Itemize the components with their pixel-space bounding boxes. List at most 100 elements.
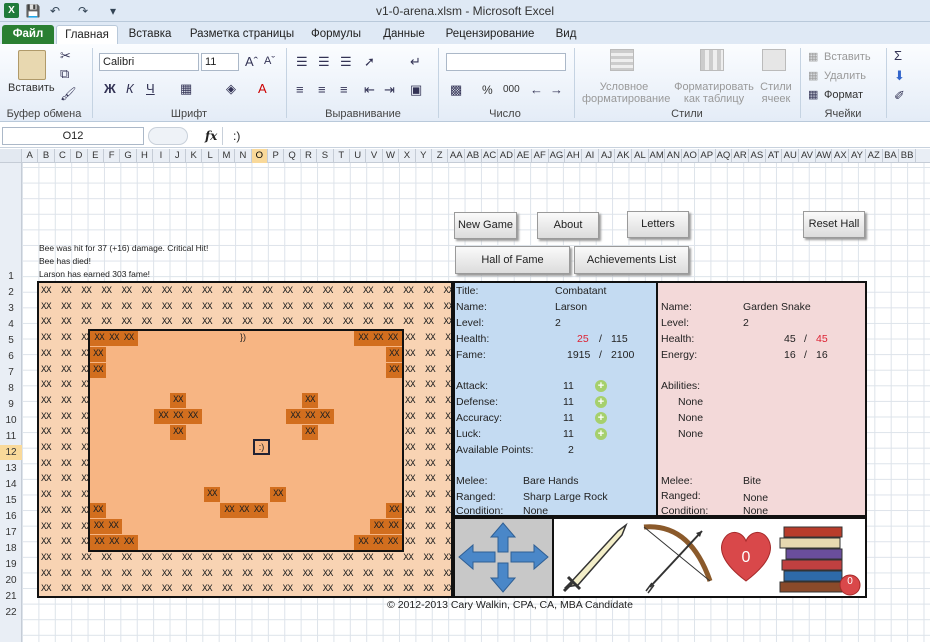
add-luck-button[interactable]: + bbox=[595, 428, 607, 440]
clear-icon[interactable]: ✐ bbox=[894, 88, 905, 104]
column-header-h[interactable]: H bbox=[137, 149, 154, 163]
column-header-g[interactable]: G bbox=[120, 149, 137, 163]
conditional-format-icon[interactable] bbox=[610, 49, 634, 71]
align-left-icon[interactable]: ≡ bbox=[296, 82, 304, 97]
align-center-icon[interactable]: ≡ bbox=[318, 82, 326, 97]
paste-button[interactable]: Вставить bbox=[8, 82, 55, 94]
format-table-button[interactable]: Форматировать как таблицу bbox=[672, 81, 756, 105]
thousands-button[interactable]: 000 bbox=[503, 84, 520, 95]
column-header-ay[interactable]: AY bbox=[849, 149, 866, 163]
column-header-aj[interactable]: AJ bbox=[599, 149, 616, 163]
column-header-p[interactable]: P bbox=[268, 149, 285, 163]
row-header-15[interactable]: 15 bbox=[0, 493, 22, 508]
column-header-o[interactable]: O bbox=[251, 149, 268, 163]
column-header-ba[interactable]: BA bbox=[883, 149, 900, 163]
column-header-b[interactable]: B bbox=[38, 149, 55, 163]
grow-font-icon[interactable]: Aˆ bbox=[245, 54, 258, 69]
column-header-ac[interactable]: AC bbox=[482, 149, 499, 163]
percent-button[interactable]: % bbox=[482, 83, 493, 97]
column-header-s[interactable]: S bbox=[317, 149, 334, 163]
row-header-2[interactable]: 2 bbox=[0, 285, 22, 300]
row-header-1[interactable]: 1 bbox=[0, 269, 22, 284]
column-header-bb[interactable]: BB bbox=[899, 149, 916, 163]
font-color-icon[interactable]: A bbox=[258, 81, 267, 96]
increase-indent-icon[interactable]: ⇥ bbox=[384, 82, 395, 98]
column-header-l[interactable]: L bbox=[202, 149, 219, 163]
insert-cells-button[interactable]: Вставить bbox=[824, 51, 871, 63]
format-painter-icon[interactable]: 🖌 bbox=[60, 86, 77, 102]
formula-input[interactable]: :) bbox=[222, 127, 928, 145]
column-header-d[interactable]: D bbox=[71, 149, 88, 163]
formula-bar-expander[interactable] bbox=[148, 127, 188, 145]
about-button[interactable]: About bbox=[537, 212, 599, 239]
column-header-ar[interactable]: AR bbox=[732, 149, 749, 163]
align-top-icon[interactable]: ☰ bbox=[296, 54, 308, 70]
tab-home[interactable]: Главная bbox=[56, 25, 118, 44]
underline-button[interactable]: Ч bbox=[146, 81, 155, 96]
sword-icon[interactable] bbox=[558, 521, 634, 595]
merge-cells-icon[interactable]: ▣ bbox=[410, 82, 422, 98]
format-table-icon[interactable] bbox=[700, 49, 724, 71]
move-arrows-icon[interactable] bbox=[455, 519, 552, 596]
column-header-k[interactable]: K bbox=[186, 149, 203, 163]
shrink-font-icon[interactable]: Aˇ bbox=[264, 55, 275, 67]
column-header-ae[interactable]: AE bbox=[515, 149, 532, 163]
row-header-4[interactable]: 4 bbox=[0, 317, 22, 332]
column-header-i[interactable]: I bbox=[153, 149, 170, 163]
column-header-n[interactable]: N bbox=[235, 149, 252, 163]
decrease-indent-icon[interactable]: ⇤ bbox=[364, 82, 375, 98]
column-header-am[interactable]: AM bbox=[649, 149, 666, 163]
hall-of-fame-button[interactable]: Hall of Fame bbox=[455, 246, 570, 274]
currency-icon[interactable]: ▩ bbox=[450, 82, 462, 98]
insert-function-icon[interactable]: fx bbox=[205, 129, 217, 143]
format-cells-icon[interactable]: ▦ bbox=[808, 88, 818, 101]
row-header-16[interactable]: 16 bbox=[0, 509, 22, 524]
delete-cells-icon[interactable]: ▦ bbox=[808, 69, 818, 82]
new-game-button[interactable]: New Game bbox=[454, 212, 517, 239]
column-header-w[interactable]: W bbox=[383, 149, 400, 163]
tab-review[interactable]: Рецензирование bbox=[440, 25, 540, 44]
row-header-21[interactable]: 21 bbox=[0, 589, 22, 604]
number-format-select[interactable] bbox=[446, 53, 566, 71]
reset-hall-button[interactable]: Reset Hall bbox=[803, 211, 865, 238]
row-header-7[interactable]: 7 bbox=[0, 365, 22, 380]
row-header-8[interactable]: 8 bbox=[0, 381, 22, 396]
letters-button[interactable]: Letters bbox=[627, 211, 689, 238]
column-header-m[interactable]: M bbox=[219, 149, 236, 163]
column-header-f[interactable]: F bbox=[104, 149, 121, 163]
column-header-ah[interactable]: AH bbox=[565, 149, 582, 163]
copy-icon[interactable]: ⧉ bbox=[60, 66, 69, 82]
fill-color-icon[interactable]: ◈ bbox=[226, 81, 236, 97]
column-header-z[interactable]: Z bbox=[432, 149, 449, 163]
tab-data[interactable]: Данные bbox=[376, 25, 432, 44]
font-name-select[interactable]: Calibri bbox=[99, 53, 199, 71]
row-header-13[interactable]: 13 bbox=[0, 461, 22, 476]
column-header-ax[interactable]: AX bbox=[833, 149, 850, 163]
column-header-au[interactable]: AU bbox=[782, 149, 800, 163]
achievements-button[interactable]: Achievements List bbox=[574, 246, 689, 274]
align-right-icon[interactable]: ≡ bbox=[340, 82, 348, 97]
row-header-19[interactable]: 19 bbox=[0, 557, 22, 572]
font-size-select[interactable]: 11 bbox=[201, 53, 239, 71]
column-header-x[interactable]: X bbox=[399, 149, 416, 163]
insert-cells-icon[interactable]: ▦ bbox=[808, 50, 818, 63]
bold-button[interactable]: Ж bbox=[104, 81, 116, 96]
column-header-ad[interactable]: AD bbox=[499, 149, 516, 163]
column-header-aq[interactable]: AQ bbox=[716, 149, 733, 163]
paste-icon[interactable] bbox=[18, 50, 46, 80]
borders-icon[interactable]: ▦ bbox=[180, 81, 192, 97]
column-header-ak[interactable]: AK bbox=[615, 149, 633, 163]
column-header-j[interactable]: J bbox=[170, 149, 186, 163]
column-header-ab[interactable]: AB bbox=[465, 149, 482, 163]
row-header-18[interactable]: 18 bbox=[0, 541, 22, 556]
column-header-ag[interactable]: AG bbox=[549, 149, 566, 163]
column-header-u[interactable]: U bbox=[350, 149, 367, 163]
row-header-22[interactable]: 22 bbox=[0, 605, 22, 620]
row-header-10[interactable]: 10 bbox=[0, 413, 22, 428]
italic-button[interactable]: К bbox=[126, 81, 134, 96]
column-header-t[interactable]: T bbox=[334, 149, 350, 163]
row-header-3[interactable]: 3 bbox=[0, 301, 22, 316]
row-header-17[interactable]: 17 bbox=[0, 525, 22, 540]
increase-decimal-icon[interactable]: ← bbox=[530, 82, 543, 97]
column-header-ao[interactable]: AO bbox=[682, 149, 699, 163]
